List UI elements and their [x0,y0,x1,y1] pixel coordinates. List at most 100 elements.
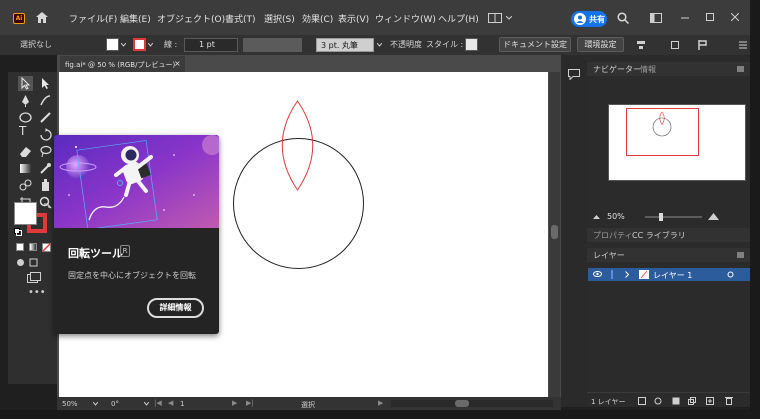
minimize-icon[interactable] [681,17,689,19]
fill-swatch-front[interactable] [14,202,37,225]
blend-tool-icon[interactable] [18,178,33,193]
navigator-view-frame[interactable] [626,108,699,156]
screen-mode-icon[interactable] [27,272,41,284]
current-tool-status[interactable]: 選択 [301,400,315,410]
home-icon[interactable] [36,12,48,23]
panel-menu-icon[interactable] [737,252,744,258]
arrange-documents-icon[interactable] [488,13,502,23]
symbol-sprayer-tool-icon[interactable] [38,178,53,193]
tab-cc-libraries[interactable]: CC ライブラリ [632,230,686,241]
menu-select[interactable]: 選択(S) [264,12,295,25]
isolate-icon[interactable] [697,39,709,51]
eraser-tool-icon[interactable] [18,144,33,159]
eyedropper-tool-icon[interactable] [38,161,53,176]
document-tab-close-icon[interactable]: × [174,59,181,68]
tab-properties[interactable]: プロパティ [593,230,633,241]
swap-colors-icon[interactable] [43,202,51,210]
search-icon[interactable] [617,12,629,24]
chevron-down-icon[interactable] [121,43,126,47]
trash-icon[interactable] [725,396,733,405]
navigator-zoom-slider[interactable] [645,213,702,221]
graphic-style-swatch[interactable] [465,38,478,51]
document-setup-button[interactable]: ドキュメント設定 [499,37,571,52]
pen-tool-icon[interactable] [18,93,33,108]
preferences-button[interactable]: 環境設定 [577,37,624,52]
paintbrush-tool-icon[interactable] [38,110,53,125]
rotated-ellipse-path[interactable] [281,100,314,191]
close-icon[interactable] [731,13,739,21]
zoom-level[interactable]: 50% [62,400,78,408]
artboard-number[interactable]: 1 [180,400,184,408]
tab-navigator[interactable]: ナビゲーター [593,64,641,75]
first-artboard-icon[interactable]: |◀ [154,399,162,407]
panel-menu-icon[interactable] [737,66,744,72]
menu-help[interactable]: ヘルプ(H) [438,12,479,25]
visibility-eye-icon[interactable] [593,271,602,277]
prev-artboard-icon[interactable]: ◀ [168,399,173,407]
document-tab[interactable]: fig.ai* @ 50 % (RGB/プレビュー) × [60,56,185,72]
direct-selection-tool-icon[interactable] [38,76,53,91]
chevron-down-icon[interactable] [506,16,512,20]
tab-layers[interactable]: レイヤー [593,250,625,261]
selection-tool-icon[interactable] [18,76,33,91]
menu-type[interactable]: 書式(T) [225,12,256,25]
locate-object-icon[interactable] [654,397,662,405]
panel-menu-icon[interactable] [739,40,747,50]
none-mode-icon[interactable] [42,243,51,252]
menu-view[interactable]: 表示(V) [338,12,369,25]
brush-definition-field[interactable]: 3 pt. 丸筆 [316,38,374,52]
next-artboard-icon[interactable]: ▶ [232,399,237,407]
fill-color-swatch[interactable] [106,38,119,51]
navigator-preview[interactable] [604,81,750,201]
variable-width-profile[interactable] [243,38,302,52]
transform-icon[interactable] [670,40,680,50]
draw-behind-icon[interactable] [29,258,38,267]
zoom-out-icon[interactable] [593,214,600,220]
clipping-mask-icon[interactable] [672,397,680,405]
workspace-icon[interactable] [650,13,662,23]
comments-icon[interactable] [568,69,580,80]
horizontal-scroll-thumb[interactable] [455,400,469,407]
menu-window[interactable]: ウィンドウ(W) [375,12,436,25]
zoom-slider-handle[interactable] [659,213,663,221]
new-sublayer-icon[interactable] [688,397,696,405]
ellipse-tool-icon[interactable] [18,110,33,125]
more-tools-icon[interactable]: ••• [28,287,46,298]
gradient-mode-icon[interactable] [29,243,37,251]
chevron-right-icon[interactable] [625,271,629,278]
menu-effect[interactable]: 効果(C) [302,12,333,25]
menu-edit[interactable]: 編集(E) [120,12,151,25]
curvature-tool-icon[interactable] [38,93,53,108]
vertical-scrollbar[interactable] [549,72,560,397]
menu-file[interactable]: ファイル(F) [69,12,117,25]
draw-normal-icon[interactable] [16,258,25,267]
scroll-thumb[interactable] [551,225,558,239]
zoom-in-icon[interactable] [708,212,719,221]
layer-target-icon[interactable] [727,271,734,278]
opacity-label[interactable]: 不透明度 [390,39,422,50]
rotation-value[interactable]: 0° [111,400,119,408]
maximize-icon[interactable] [706,13,714,21]
navigator-zoom-value[interactable]: 50% [607,212,625,221]
type-tool-icon[interactable]: T [19,124,34,139]
menu-object[interactable]: オブジェクト(O) [157,12,225,25]
stroke-weight-field[interactable]: 1 pt [184,38,238,52]
new-layer-icon[interactable] [706,397,714,405]
gradient-tool-icon[interactable] [18,161,33,176]
chevron-down-icon[interactable] [93,402,98,406]
last-artboard-icon[interactable]: ▶| [246,399,254,407]
learn-more-button[interactable]: 詳細情報 [147,298,204,318]
color-mode-icon[interactable] [16,243,24,251]
align-icon[interactable] [636,40,646,50]
layer-row[interactable]: レイヤー 1 [588,268,750,281]
rotate-tool-icon[interactable] [38,127,53,142]
export-icon[interactable] [638,397,646,405]
lasso-tool-icon[interactable] [38,144,53,159]
layer-name[interactable]: レイヤー 1 [653,270,692,281]
circle-path[interactable] [233,138,364,269]
tab-info[interactable]: 情報 [640,64,656,75]
status-arrow-icon[interactable]: ▶ [378,399,383,407]
share-button[interactable]: 共有 [571,11,607,27]
horizontal-scrollbar[interactable] [391,400,553,407]
chevron-down-icon[interactable] [377,43,382,47]
